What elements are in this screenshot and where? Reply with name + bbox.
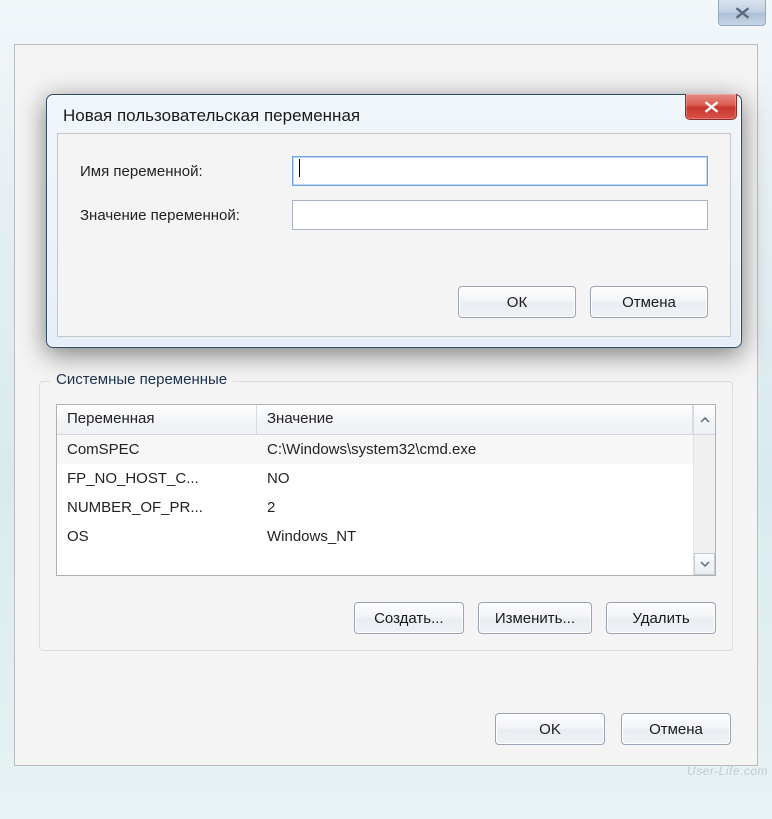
table-row[interactable]: NUMBER_OF_PR... 2 [57, 493, 715, 522]
cell-name: ComSPEC [57, 439, 257, 460]
table-row[interactable]: ComSPEC C:\Windows\system32\cmd.exe [57, 435, 715, 464]
edit-button[interactable]: Изменить... [478, 602, 592, 634]
close-icon [735, 7, 750, 19]
scroll-up-button[interactable] [693, 405, 715, 434]
system-variables-table[interactable]: Переменная Значение ComSPEC C:\Windows\s… [56, 404, 716, 576]
table-body: ComSPEC C:\Windows\system32\cmd.exe FP_N… [57, 435, 715, 575]
cell-name: OS [57, 526, 257, 547]
cell-name: FP_NO_HOST_C... [57, 468, 257, 489]
scroll-down-button[interactable] [694, 553, 715, 575]
modal-client-area: Имя переменной: Значение переменной: ОК … [57, 133, 731, 337]
column-value[interactable]: Значение [257, 405, 693, 434]
scrollbar[interactable] [693, 435, 715, 575]
table-row[interactable]: FP_NO_HOST_C... NO [57, 464, 715, 493]
variable-name-label: Имя переменной: [80, 163, 292, 180]
close-icon [704, 101, 719, 113]
ok-button[interactable]: OK [495, 713, 605, 745]
scrollbar-track[interactable] [694, 435, 715, 553]
system-buttons-row: Создать... Изменить... Удалить [354, 602, 716, 634]
column-variable[interactable]: Переменная [57, 405, 257, 434]
cell-value: Windows_NT [257, 526, 715, 547]
chevron-up-icon [700, 417, 710, 423]
watermark: User-Life.com [687, 764, 768, 778]
variable-name-row: Имя переменной: [80, 156, 708, 186]
delete-button[interactable]: Удалить [606, 602, 716, 634]
variable-value-label: Значение переменной: [80, 207, 292, 224]
system-variables-group: Системные переменные Переменная Значение… [39, 381, 733, 651]
parent-close-button[interactable] [718, 0, 766, 26]
cell-name: NUMBER_OF_PR... [57, 497, 257, 518]
chevron-down-icon [700, 561, 710, 567]
cell-value: C:\Windows\system32\cmd.exe [257, 439, 715, 460]
table-row[interactable]: OS Windows_NT [57, 522, 715, 551]
variable-value-input[interactable] [292, 200, 708, 230]
parent-bottom-buttons: OK Отмена [495, 713, 731, 745]
new-user-variable-dialog: Новая пользовательская переменная Имя пе… [46, 94, 742, 348]
modal-close-button[interactable] [685, 94, 737, 120]
cell-value: 2 [257, 497, 715, 518]
variable-value-row: Значение переменной: [80, 200, 708, 230]
modal-titlebar[interactable]: Новая пользовательская переменная [53, 101, 735, 131]
modal-buttons-row: ОК Отмена [458, 286, 708, 318]
modal-title: Новая пользовательская переменная [63, 106, 360, 126]
modal-cancel-button[interactable]: Отмена [590, 286, 708, 318]
table-header: Переменная Значение [57, 405, 715, 435]
modal-ok-button[interactable]: ОК [458, 286, 576, 318]
variable-name-input[interactable] [292, 156, 708, 186]
system-group-title: Системные переменные [50, 371, 233, 388]
cancel-button[interactable]: Отмена [621, 713, 731, 745]
cell-value: NO [257, 468, 715, 489]
create-button[interactable]: Создать... [354, 602, 464, 634]
